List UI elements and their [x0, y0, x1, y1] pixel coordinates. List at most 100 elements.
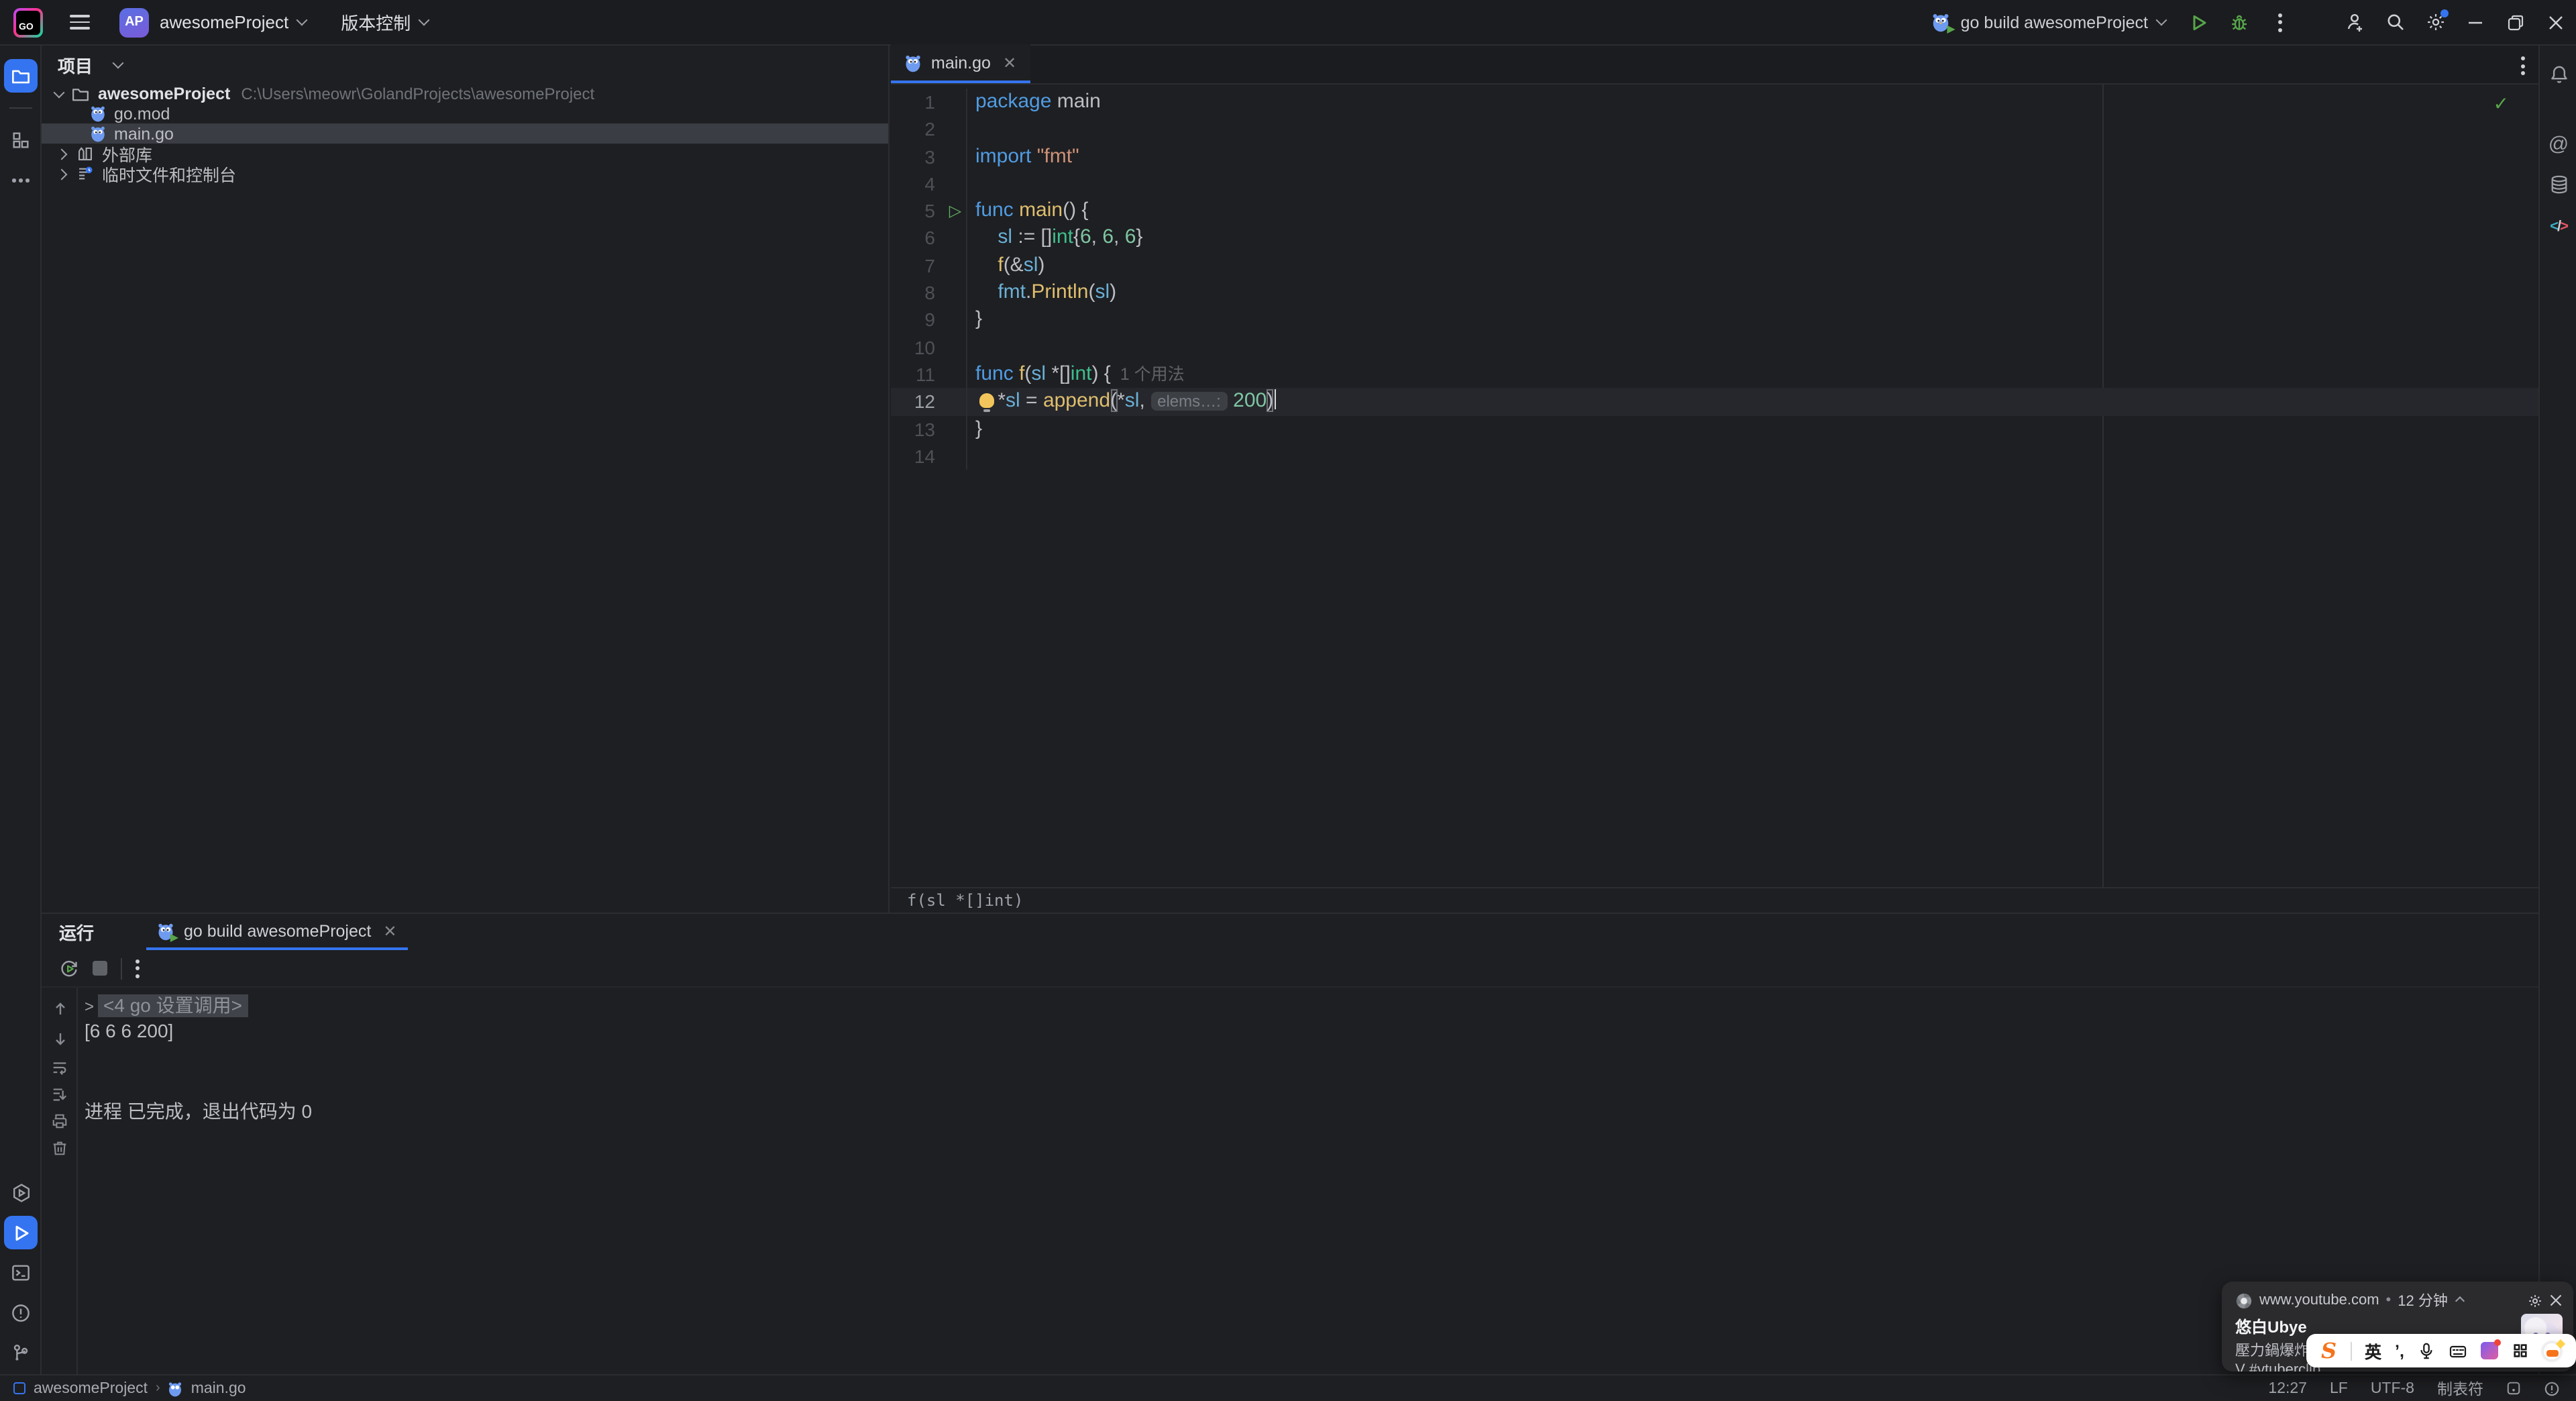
gutter-cell[interactable] — [945, 143, 967, 170]
code-line-1[interactable]: 1 package main — [891, 89, 2538, 116]
dev-tools-code-icon[interactable]: < / > — [2544, 212, 2573, 242]
punctuation-button[interactable]: ’, — [2395, 1341, 2404, 1360]
close-button[interactable] — [2536, 0, 2576, 45]
gutter-cell[interactable] — [945, 89, 967, 116]
chevron-right-icon[interactable] — [56, 148, 68, 160]
minimize-button[interactable] — [2455, 0, 2496, 45]
run-tab-close-icon[interactable]: ✕ — [383, 921, 396, 940]
gutter-cell[interactable] — [945, 442, 967, 470]
run-panel-title[interactable]: 运行 — [59, 919, 94, 945]
tree-row-root[interactable]: awesomeProject C:\Users\meowr\GolandProj… — [42, 83, 888, 103]
code-line-9[interactable]: 9} — [891, 306, 2538, 334]
run-options-kebab[interactable] — [136, 959, 140, 978]
structure-tool-button[interactable] — [4, 123, 38, 157]
tree-row-gomod[interactable]: go.mod — [42, 103, 888, 123]
services-tool-button[interactable] — [4, 1176, 38, 1209]
tab-maingo[interactable]: main.go ✕ — [891, 44, 1030, 83]
gutter-cell[interactable] — [945, 252, 967, 280]
intention-bulb-icon[interactable] — [979, 393, 994, 413]
editor-options-kebab[interactable] — [2521, 56, 2525, 75]
soft-wrap-icon[interactable] — [50, 1057, 70, 1078]
code-line-11[interactable]: 11 func f(sl *[]int) { 1 个用法 — [891, 360, 2538, 388]
code-line-8[interactable]: 8 fmt.Println(sl) — [891, 279, 2538, 307]
chevron-down-icon[interactable] — [53, 86, 65, 98]
status-extra-icon[interactable] — [2544, 1380, 2560, 1396]
file-encoding[interactable]: UTF-8 — [2371, 1380, 2414, 1396]
indent-style[interactable]: 制表符 — [2437, 1378, 2483, 1399]
toolbox-grid-icon[interactable] — [2512, 1342, 2529, 1359]
gutter-cell[interactable]: ▷ — [945, 197, 967, 225]
microphone-icon[interactable] — [2418, 1342, 2435, 1359]
run-console[interactable]: > <4 go 设置调用> [6 6 6 200] 进程 已完成，退出代码为 0 — [42, 988, 2538, 1376]
run-button[interactable] — [2182, 5, 2216, 40]
debug-button[interactable] — [2222, 5, 2257, 40]
gutter-cell[interactable] — [945, 388, 967, 416]
vcs-menu[interactable]: 版本控制 — [341, 9, 411, 35]
skin-button[interactable] — [2480, 1339, 2501, 1359]
search-everywhere-button[interactable] — [2377, 5, 2412, 40]
breadcrumb-file[interactable]: main.go — [191, 1380, 246, 1396]
project-selector[interactable]: awesomeProject — [160, 12, 288, 32]
caret-position[interactable]: 12:27 — [2268, 1380, 2307, 1396]
code-line-6[interactable]: 6 sl := []int{6, 6, 6} — [891, 224, 2538, 252]
project-avatar[interactable]: AP — [119, 7, 149, 37]
gutter-cell[interactable] — [945, 170, 967, 198]
run-tab[interactable]: ▶ go build awesomeProject ✕ — [146, 914, 408, 950]
code-line-5[interactable]: 5 ▷ func main() { — [891, 197, 2538, 225]
run-configuration-selector[interactable]: ▶ go build awesomeProject — [1931, 12, 2167, 34]
arrow-down-icon[interactable] — [50, 1028, 70, 1048]
code-line-4[interactable]: 4 — [891, 170, 2538, 198]
chevron-right-icon[interactable] — [56, 168, 68, 180]
database-icon[interactable] — [2544, 169, 2573, 199]
line-ending[interactable]: LF — [2330, 1380, 2348, 1396]
terminal-tool-button[interactable] — [4, 1256, 38, 1290]
console-folded-command[interactable]: > <4 go 设置调用> — [85, 993, 2538, 1019]
scroll-to-end-icon[interactable] — [50, 1084, 70, 1104]
gutter-cell[interactable] — [945, 360, 967, 388]
clear-all-icon[interactable] — [50, 1138, 70, 1158]
chevron-down-icon[interactable] — [112, 56, 124, 68]
ai-assistant-icon[interactable]: @ — [2544, 129, 2573, 158]
emoji-face-icon[interactable] — [2542, 1341, 2561, 1360]
keyboard-icon[interactable] — [2449, 1341, 2467, 1360]
language-mode-button[interactable]: 英 — [2365, 1338, 2381, 1363]
gutter-cell[interactable] — [945, 224, 967, 252]
tree-row-maingo[interactable]: main.go — [42, 123, 888, 144]
restore-button[interactable] — [2496, 0, 2536, 45]
gutter-cell[interactable] — [945, 333, 967, 361]
notification-close-icon[interactable] — [2549, 1294, 2563, 1307]
gutter-cell[interactable] — [945, 306, 967, 334]
gutter-cell[interactable] — [945, 415, 967, 443]
sogou-logo-icon[interactable]: S — [2321, 1338, 2337, 1363]
more-tool-windows-button[interactable] — [4, 164, 38, 197]
code-line-2[interactable]: 2 — [891, 115, 2538, 144]
code-line-13[interactable]: 13} — [891, 415, 2538, 443]
ime-toolbar[interactable]: S 英 ’, — [2306, 1334, 2576, 1367]
code-line-14[interactable]: 14 — [891, 442, 2538, 470]
notification-settings-gear-icon[interactable] — [2528, 1293, 2542, 1308]
read-only-toggle-icon[interactable] — [2506, 1381, 2521, 1396]
print-icon[interactable] — [50, 1111, 70, 1131]
code-line-3[interactable]: 3 import "fmt" — [891, 143, 2538, 170]
more-actions-button[interactable] — [2262, 5, 2297, 40]
code-line-10[interactable]: 10 — [891, 333, 2538, 361]
version-control-tool-button[interactable] — [4, 1337, 38, 1370]
rerun-button[interactable] — [59, 958, 79, 978]
notifications-bell-icon[interactable] — [2544, 59, 2573, 89]
main-menu-icon[interactable] — [70, 15, 90, 30]
code-line-7[interactable]: 7 f(&sl) — [891, 252, 2538, 280]
breadcrumb-project[interactable]: awesomeProject — [34, 1380, 148, 1396]
gutter-cell[interactable] — [945, 279, 967, 307]
tree-row-scratches[interactable]: 临时文件和控制台 — [42, 164, 888, 185]
settings-button[interactable] — [2418, 5, 2453, 40]
fold-arrow-icon[interactable]: > — [85, 996, 94, 1015]
code-editor[interactable]: ✓ 1 package main 2 3 import "fmt" 4 5 ▷ func mai… — [891, 85, 2538, 887]
stop-button[interactable] — [93, 961, 107, 976]
tab-close-icon[interactable]: ✕ — [1003, 53, 1016, 72]
problems-tool-button[interactable] — [4, 1296, 38, 1330]
gutter-cell[interactable] — [945, 115, 967, 144]
project-tool-button[interactable] — [4, 59, 38, 93]
run-tool-button[interactable] — [4, 1216, 38, 1249]
code-with-me-button[interactable] — [2337, 5, 2372, 40]
code-line-12[interactable]: 12 *sl = append(*sl, elems…: 200) — [891, 388, 2538, 416]
